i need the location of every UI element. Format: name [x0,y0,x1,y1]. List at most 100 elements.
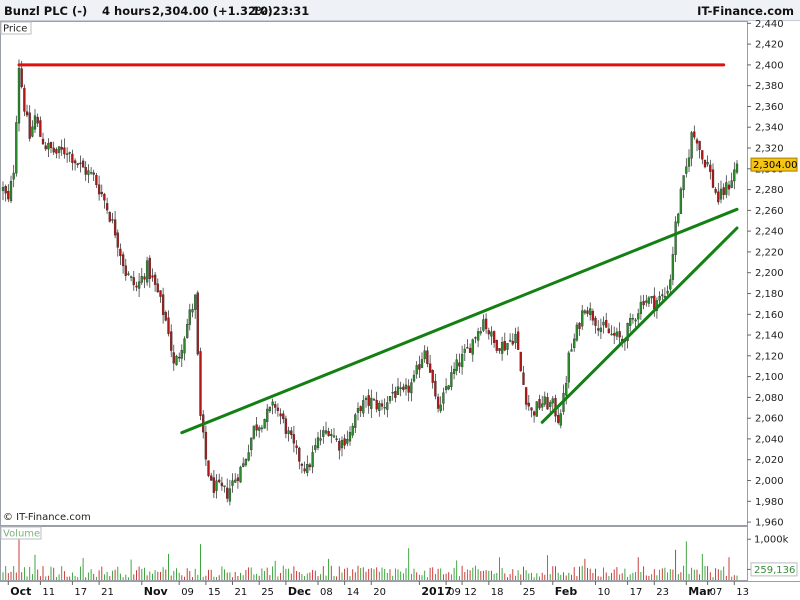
candle-body [159,290,162,297]
candle-body [402,386,405,390]
volume-axis: 1,000k 259,136 [747,535,798,577]
candle-body [161,294,165,315]
candle-body [105,203,109,211]
price-tick-label: 2,120 [755,351,784,362]
candle-body [191,308,194,313]
price-axis[interactable]: 1,960 1,980 2,000 2,020 2,040 2,060 2,080 2,100… [747,19,784,529]
candle-body [607,328,611,334]
candle-body [68,152,71,154]
candle-body [316,437,320,449]
candle-body [135,285,138,288]
candle-body [367,395,370,406]
candle-body [4,186,7,194]
candle-body [404,384,408,390]
price-tick-label: 2,180 [755,289,784,300]
price-tick-label: 1,980 [755,497,784,508]
candle-body [613,333,616,336]
candle-body [7,191,10,200]
candle-body [36,116,39,124]
candle-body [31,126,34,137]
candle-body [23,87,26,112]
price-tick-label: 2,220 [755,247,784,258]
candle-body [276,407,280,411]
price-tick-label: 2,040 [755,434,784,445]
price-tick-label: 2,100 [755,372,784,383]
price-label: Price [3,24,27,35]
candle-body [287,430,290,434]
candle-body [17,67,21,124]
candle-body [356,408,360,413]
candle-body [573,338,576,349]
candle-body [210,475,213,481]
time-tick-label: 10 [598,587,611,598]
time-tick-label: 11 [42,587,55,598]
candle-body [212,477,216,493]
candle-body [559,413,562,426]
candle-body [597,328,600,331]
candle-body [300,463,304,466]
price-panel [0,21,748,526]
candle-body [167,317,170,334]
candle-body [319,438,322,441]
candle-body [492,331,496,343]
candle-body [482,319,485,331]
candle-body [474,337,477,339]
candle-body [354,414,357,428]
candle-body [546,397,549,410]
candle-body [378,403,381,411]
candle-body [650,296,653,299]
candle-body [244,458,248,466]
volume-label: Volume [3,529,40,540]
time-tick-label: 17 [74,587,87,598]
candle-body [605,320,608,328]
candle-body [581,310,584,327]
candle-body [346,439,349,444]
candle-body [359,406,362,412]
candle-body [535,401,538,417]
candle-body [722,187,725,195]
time-tick-label: 21 [101,587,114,598]
candle-body [506,343,509,350]
price-tick-label: 2,240 [755,227,784,238]
price-tick-label: 2,080 [755,393,784,404]
candle-body [570,349,573,352]
time-tick-label: 09 [448,587,461,598]
candle-body [79,162,82,165]
candle-body [266,408,269,423]
time-tick-label: 13 [736,587,749,598]
candle-body [250,437,253,451]
candle-body [164,312,167,321]
time-tick-label: Nov [144,585,169,598]
candle-body [543,396,546,405]
candle-body [220,482,224,487]
candle-body [549,402,552,407]
candle-body [591,311,595,321]
candle-body [127,273,130,275]
candle-body [450,372,453,388]
candle-body [695,139,699,144]
price-tick-label: 2,360 [755,102,784,113]
candle-body [690,132,693,159]
candle-body [284,418,288,434]
candle-body [436,396,440,409]
candle-body [618,331,621,338]
candle-body [15,122,18,174]
time-tick-label: 07 [710,587,723,598]
candle-body [661,294,664,296]
time-axis[interactable]: Oct 11 17 21 Nov 09 15 21 25 Dec 08 14 20 201709 12 18 2… [7,581,749,598]
candle-body [351,425,354,436]
candle-body [186,324,189,338]
candle-body [458,362,461,367]
candle-body [308,464,312,468]
candle-body [33,115,37,130]
candle-body [73,160,77,164]
candle-body [204,431,208,460]
price-tick-label: 2,140 [755,331,784,342]
candle-body [314,445,317,450]
candle-body [364,397,368,400]
candle-body [63,147,66,155]
candle-body [532,411,536,416]
candle-body [47,143,50,150]
candle-body [260,427,264,430]
candle-body [172,352,175,364]
